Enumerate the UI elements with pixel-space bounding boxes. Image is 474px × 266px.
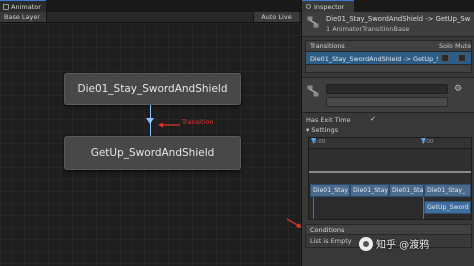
state-node-getup[interactable]: GetUp_SwordAndShield [64,136,241,170]
transition-name-field[interactable] [326,84,448,94]
watermark-text: 知乎 @渡鸦 [376,240,430,251]
mute-checkbox[interactable] [458,54,466,62]
conditions-empty-text: List is Empty [310,237,352,245]
destination-clip-segment[interactable]: GetUp_Sword [424,201,471,214]
base-layer-breadcrumb[interactable]: Base Layer [0,12,47,22]
inspector-title: Die01_Stay_SwordAndShield -> GetUp_Sw [326,15,471,23]
transitions-list-header: Transitions Solo Mute [305,40,472,51]
annotation-arrow-icon [158,122,180,128]
solo-label: Solo [439,42,453,50]
inspector-window: Inspector Die01_Stay_SwordAndShield -> G… [301,0,474,266]
animator-tabbar: Animator [0,0,301,12]
animator-tab[interactable]: Animator [0,0,46,12]
inspector-tabbar: Inspector [302,0,474,12]
source-clip-segment[interactable]: Die01_Stay_ [389,184,424,197]
transition-item-label: Die01_Stay_SwordAndShield -> GetUp_Sw [310,55,438,63]
transition-icon [307,85,319,97]
source-clip-segment[interactable]: Die01_Stay_ [424,184,471,197]
has-exit-time-checkbox[interactable]: ✓ [370,115,376,123]
transition-list-item[interactable]: Die01_Stay_SwordAndShield -> GetUp_Sw [305,51,472,65]
blend-curve [309,171,471,173]
transitions-label: Transitions [310,42,345,50]
transition-settings-panel: ⚙ [302,77,474,113]
annotation-label: Transition [182,118,214,126]
animator-toolbar: Base Layer Auto Live Link [0,12,301,31]
animator-window: Animator Base Layer Auto Live Link Die01… [0,0,302,266]
inspector-subtitle: 1 AnimatorTransitionBase [326,25,410,33]
auto-live-link-button[interactable]: Auto Live Link [253,12,299,31]
transition-arrow-icon[interactable] [146,118,154,124]
gear-icon[interactable]: ⚙ [454,84,462,94]
timeline-ruler: 0:00 1:00 [309,138,471,149]
transition-timeline[interactable]: 0:00 1:00 Die01_Stay_ Die01_Stay_ Die01_… [308,137,472,220]
blend-curve-area [309,149,471,184]
settings-foldout[interactable]: ▾ Settings [306,126,338,134]
animator-tab-label: Animator [11,2,41,11]
inspector-tab-label: Inspector [314,2,345,11]
conditions-header: Conditions [305,224,472,235]
inspector-header: Die01_Stay_SwordAndShield -> GetUp_Sw 1 … [302,12,474,37]
state-node-die01-stay[interactable]: Die01_Stay_SwordAndShield [64,73,241,105]
solo-checkbox[interactable] [441,54,449,62]
source-clip-segment[interactable]: Die01_Stay_ [310,184,350,197]
watermark: 知乎 @渡鸦 [359,236,429,251]
transitions-list-footer [305,65,472,73]
animator-icon [3,3,9,10]
conditions-label: Conditions [310,226,345,234]
has-exit-time-label: Has Exit Time [306,116,351,124]
inspector-tab[interactable]: Inspector [302,0,354,12]
source-clip-segment[interactable]: Die01_Stay_ [350,184,389,197]
transition-settings-button[interactable] [326,97,448,107]
transition-object-icon [307,16,319,28]
watermark-logo-icon [359,236,373,251]
mute-label: Mute [455,42,472,50]
info-icon [306,4,311,9]
